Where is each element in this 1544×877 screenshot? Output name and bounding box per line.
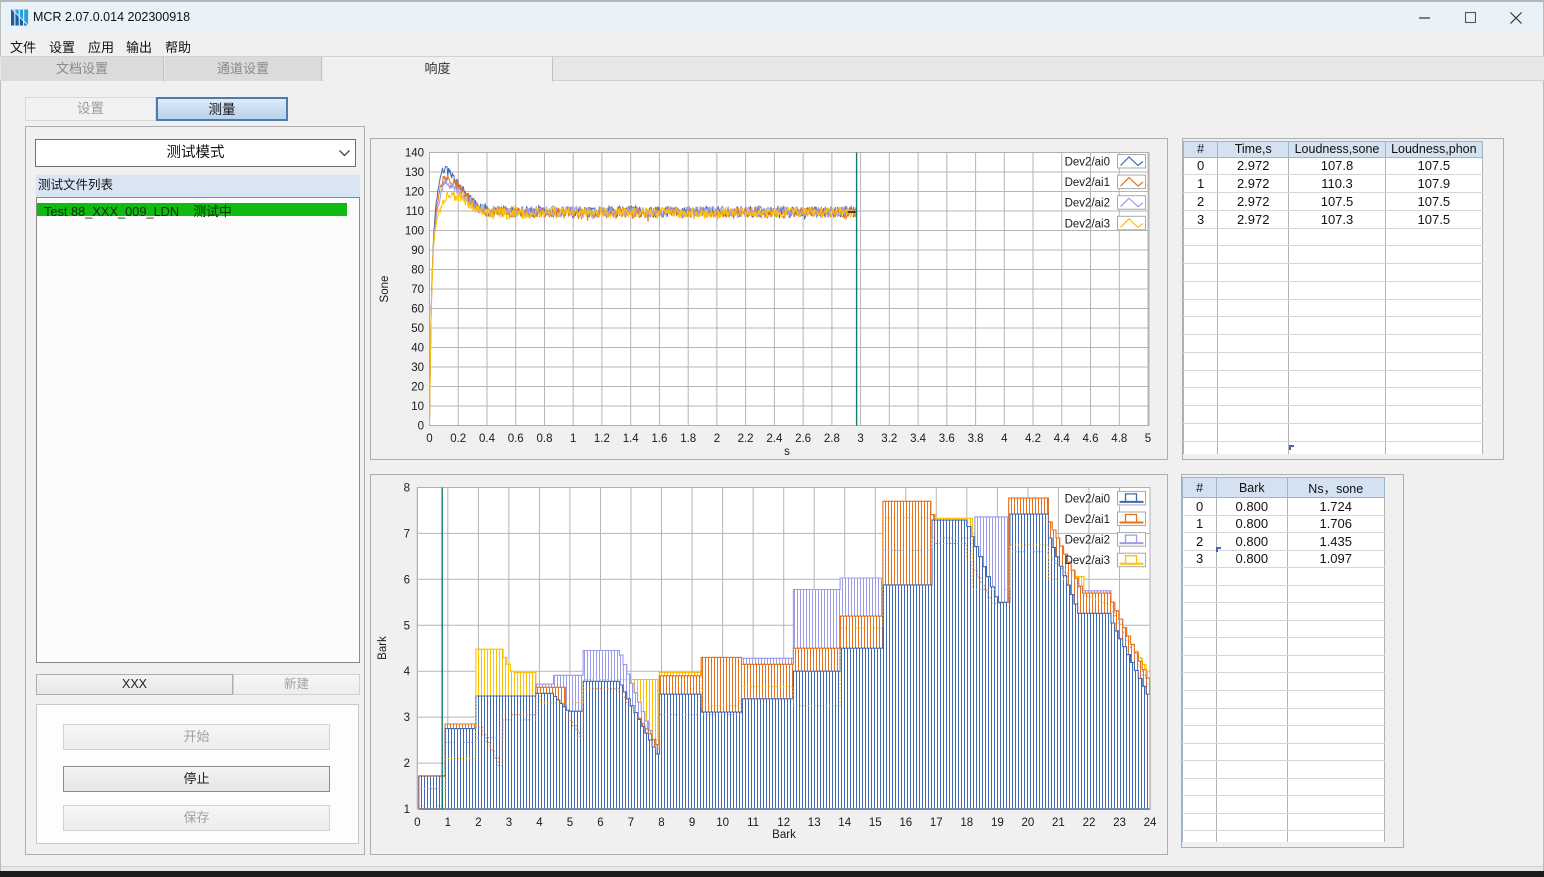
svg-text:s: s — [784, 446, 790, 458]
svg-text:10: 10 — [716, 817, 729, 829]
svg-text:0.6: 0.6 — [508, 433, 524, 445]
svg-text:1: 1 — [570, 433, 576, 445]
svg-text:22: 22 — [1083, 817, 1096, 829]
svg-text:3: 3 — [506, 817, 512, 829]
svg-text:12: 12 — [777, 817, 790, 829]
svg-text:14: 14 — [838, 817, 851, 829]
svg-text:3.4: 3.4 — [910, 433, 927, 445]
svg-text:0.4: 0.4 — [479, 433, 496, 445]
svg-text:9: 9 — [689, 817, 695, 829]
svg-text:8: 8 — [404, 483, 410, 495]
svg-text:Dev2/ai2: Dev2/ai2 — [1065, 198, 1110, 210]
svg-text:70: 70 — [411, 284, 424, 296]
svg-text:140: 140 — [405, 148, 424, 160]
svg-text:0: 0 — [426, 433, 432, 445]
svg-text:4.4: 4.4 — [1054, 433, 1071, 445]
svg-text:20: 20 — [1022, 817, 1035, 829]
svg-text:110: 110 — [406, 206, 424, 218]
svg-text:2.2: 2.2 — [738, 433, 754, 445]
svg-text:90: 90 — [411, 245, 424, 257]
svg-text:2.4: 2.4 — [766, 433, 783, 445]
svg-text:3: 3 — [857, 433, 863, 445]
svg-text:Bark: Bark — [772, 829, 796, 841]
svg-text:21: 21 — [1052, 817, 1065, 829]
svg-text:2: 2 — [714, 433, 720, 445]
svg-text:4: 4 — [536, 817, 543, 829]
svg-text:4: 4 — [1001, 433, 1008, 445]
svg-text:50: 50 — [411, 323, 424, 335]
svg-text:Dev2/ai1: Dev2/ai1 — [1065, 177, 1110, 189]
svg-text:3.6: 3.6 — [939, 433, 955, 445]
svg-text:15: 15 — [869, 817, 882, 829]
svg-text:24: 24 — [1144, 817, 1157, 829]
svg-text:60: 60 — [411, 304, 424, 316]
svg-text:30: 30 — [411, 362, 424, 374]
svg-text:4.6: 4.6 — [1083, 433, 1099, 445]
svg-text:Dev2/ai3: Dev2/ai3 — [1065, 218, 1110, 230]
svg-text:2: 2 — [475, 817, 481, 829]
svg-text:20: 20 — [411, 382, 424, 394]
svg-text:1.6: 1.6 — [651, 433, 667, 445]
svg-text:40: 40 — [411, 343, 424, 355]
svg-text:Dev2/ai2: Dev2/ai2 — [1065, 535, 1110, 547]
svg-text:16: 16 — [899, 817, 912, 829]
svg-text:3: 3 — [404, 712, 410, 724]
svg-text:17: 17 — [930, 817, 943, 829]
svg-text:11: 11 — [747, 817, 759, 829]
svg-text:19: 19 — [991, 817, 1004, 829]
svg-text:1.4: 1.4 — [623, 433, 640, 445]
svg-text:Bark: Bark — [377, 636, 389, 660]
svg-text:1: 1 — [445, 817, 451, 829]
svg-text:5: 5 — [567, 817, 573, 829]
svg-text:23: 23 — [1113, 817, 1126, 829]
svg-text:120: 120 — [405, 187, 424, 199]
svg-text:8: 8 — [658, 817, 664, 829]
svg-text:18: 18 — [960, 817, 973, 829]
svg-text:0: 0 — [418, 421, 424, 433]
svg-text:3.8: 3.8 — [968, 433, 984, 445]
svg-text:1.8: 1.8 — [680, 433, 696, 445]
svg-text:2.6: 2.6 — [795, 433, 811, 445]
svg-text:Sone: Sone — [379, 276, 391, 303]
svg-text:0.2: 0.2 — [450, 433, 466, 445]
svg-text:130: 130 — [405, 167, 424, 179]
svg-text:4.2: 4.2 — [1025, 433, 1041, 445]
svg-text:13: 13 — [808, 817, 821, 829]
svg-text:Dev2/ai3: Dev2/ai3 — [1065, 555, 1110, 567]
svg-text:3.2: 3.2 — [881, 433, 897, 445]
svg-text:4: 4 — [404, 666, 411, 678]
svg-text:80: 80 — [411, 265, 424, 277]
svg-text:Dev2/ai0: Dev2/ai0 — [1065, 157, 1110, 169]
svg-text:100: 100 — [405, 226, 424, 238]
svg-text:0.8: 0.8 — [537, 433, 553, 445]
svg-text:1.2: 1.2 — [594, 433, 610, 445]
svg-text:1: 1 — [404, 804, 410, 816]
svg-text:5: 5 — [404, 620, 410, 632]
svg-text:Dev2/ai0: Dev2/ai0 — [1065, 493, 1110, 505]
svg-text:5: 5 — [1145, 433, 1151, 445]
svg-text:2.8: 2.8 — [824, 433, 840, 445]
svg-text:7: 7 — [404, 528, 410, 540]
svg-text:2: 2 — [404, 758, 410, 770]
svg-text:10: 10 — [411, 401, 424, 413]
svg-text:0: 0 — [414, 817, 420, 829]
svg-text:7: 7 — [628, 817, 634, 829]
svg-text:4.8: 4.8 — [1111, 433, 1127, 445]
svg-text:Dev2/ai1: Dev2/ai1 — [1065, 514, 1110, 526]
svg-text:6: 6 — [597, 817, 603, 829]
svg-text:6: 6 — [404, 574, 410, 586]
